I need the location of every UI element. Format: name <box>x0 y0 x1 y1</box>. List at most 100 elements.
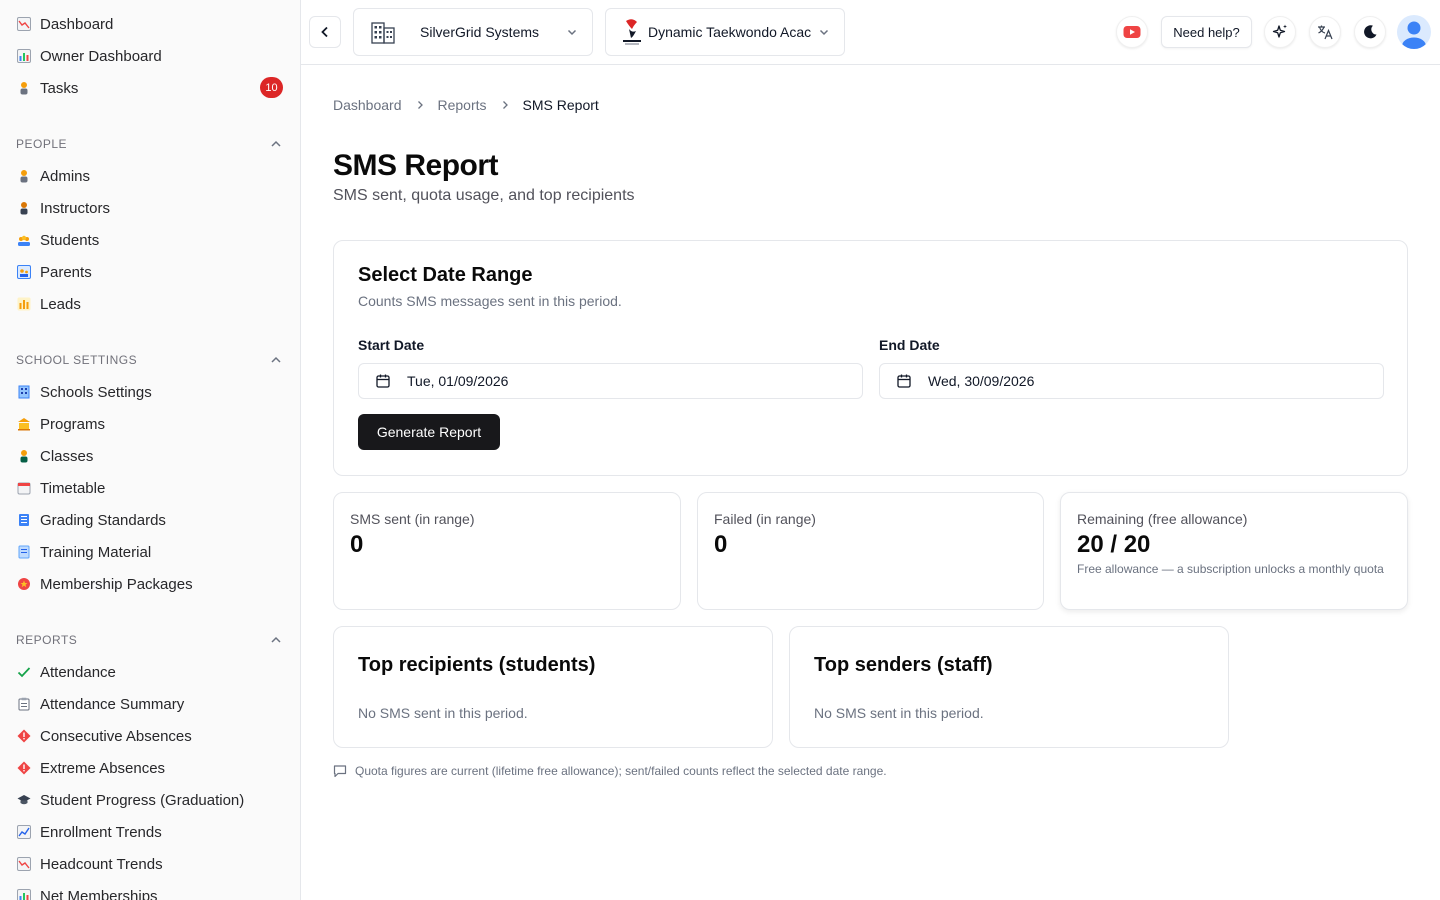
theme-toggle-button[interactable] <box>1354 16 1386 48</box>
language-button[interactable] <box>1309 16 1341 48</box>
sidebar-item-dashboard[interactable]: Dashboard <box>0 8 300 40</box>
breadcrumb-reports[interactable]: Reports <box>438 97 487 113</box>
top-recipients-title: Top recipients (students) <box>358 654 596 676</box>
chevron-up-icon <box>271 356 281 363</box>
stat-card-sms-sent: SMS sent (in range) 0 <box>333 492 681 610</box>
book-icon <box>16 512 32 528</box>
end-date-input[interactable]: Wed, 30/09/2026 <box>879 363 1384 399</box>
stat-note: Free allowance — a subscription unlocks … <box>1077 562 1384 576</box>
sidebar-item-schools-settings[interactable]: Schools Settings <box>0 376 300 408</box>
sidebar-item-net-memberships[interactable]: Net Memberships <box>0 880 300 900</box>
chart-down-icon <box>16 856 32 872</box>
breadcrumb-dashboard[interactable]: Dashboard <box>333 97 402 113</box>
sidebar-item-training-material[interactable]: Training Material <box>0 536 300 568</box>
date-range-card: Select Date Range Counts SMS messages se… <box>333 240 1408 476</box>
youtube-button[interactable] <box>1116 16 1148 48</box>
sidebar-item-instructors[interactable]: Instructors <box>0 192 300 224</box>
date-range-title: Select Date Range <box>358 264 533 286</box>
top-senders-empty: No SMS sent in this period. <box>814 705 984 721</box>
sidebar-item-attendance[interactable]: Attendance <box>0 656 300 688</box>
warning-diamond-icon <box>16 728 32 744</box>
school-logo-icon <box>623 19 641 45</box>
generate-report-button[interactable]: Generate Report <box>358 414 500 450</box>
translate-icon <box>1318 25 1333 40</box>
top-recipients-empty: No SMS sent in this period. <box>358 705 528 721</box>
sidebar-item-tasks[interactable]: Tasks 10 <box>0 72 300 104</box>
calendar-icon <box>16 480 32 496</box>
company-select[interactable]: SilverGrid Systems <box>353 8 593 56</box>
ai-assistant-button[interactable] <box>1264 16 1296 48</box>
quota-footnote: Quota figures are current (lifetime free… <box>333 764 887 778</box>
group-icon <box>16 232 32 248</box>
top-recipients-card: Top recipients (students) No SMS sent in… <box>333 626 773 748</box>
bar-chart-icon <box>16 48 32 64</box>
sidebar-item-label: Training Material <box>40 543 152 561</box>
sidebar-item-membership-packages[interactable]: Membership Packages <box>0 568 300 600</box>
warning-diamond-icon <box>16 760 32 776</box>
chart-icon <box>16 296 32 312</box>
sparkles-icon <box>1272 24 1287 38</box>
calendar-icon <box>376 374 390 388</box>
chevron-up-icon <box>271 140 281 147</box>
page-title: SMS Report <box>333 149 499 182</box>
sidebar-item-label: Admins <box>40 167 91 185</box>
sidebar-item-label: Students <box>40 231 100 249</box>
sidebar-item-label: Leads <box>40 295 81 313</box>
user-avatar[interactable] <box>1397 15 1431 49</box>
sidebar-item-owner-dashboard[interactable]: Owner Dashboard <box>0 40 300 72</box>
end-date-value: Wed, 30/09/2026 <box>928 373 1035 389</box>
sidebar-item-student-progress[interactable]: Student Progress (Graduation) <box>0 784 300 816</box>
group-header-school-settings[interactable]: SCHOOL SETTINGS <box>0 344 300 376</box>
group-header-people[interactable]: PEOPLE <box>0 128 300 160</box>
sidebar-item-headcount-trends[interactable]: Headcount Trends <box>0 848 300 880</box>
sidebar-item-label: Instructors <box>40 199 111 217</box>
sidebar-item-label: Extreme Absences <box>40 759 166 777</box>
sidebar-item-extreme-absences[interactable]: Extreme Absences <box>0 752 300 784</box>
company-name: SilverGrid Systems <box>420 24 540 40</box>
student-icon <box>16 448 32 464</box>
top-senders-card: Top senders (staff) No SMS sent in this … <box>789 626 1229 748</box>
sidebar-item-label: Student Progress (Graduation) <box>40 791 245 809</box>
collapse-sidebar-button[interactable] <box>309 16 341 48</box>
sidebar-item-label: Net Memberships <box>40 887 158 900</box>
sidebar-item-label: Tasks <box>40 79 79 97</box>
breadcrumb-current: SMS Report <box>522 97 599 113</box>
building-icon <box>371 22 395 44</box>
start-date-input[interactable]: Tue, 01/09/2026 <box>358 363 863 399</box>
school-name: Dynamic Taekwondo Acac <box>648 24 812 40</box>
sidebar-item-classes[interactable]: Classes <box>0 440 300 472</box>
chevron-up-icon <box>271 636 281 643</box>
sidebar-item-students[interactable]: Students <box>0 224 300 256</box>
chevron-left-icon <box>321 26 328 38</box>
end-date-label: End Date <box>879 337 940 353</box>
sidebar-item-programs[interactable]: Programs <box>0 408 300 440</box>
chevron-right-icon <box>500 97 510 113</box>
group-title: SCHOOL SETTINGS <box>16 353 138 367</box>
stat-card-failed: Failed (in range) 0 <box>697 492 1044 610</box>
date-range-description: Counts SMS messages sent in this period. <box>358 293 622 309</box>
group-header-reports[interactable]: REPORTS <box>0 624 300 656</box>
sidebar-item-grading-standards[interactable]: Grading Standards <box>0 504 300 536</box>
sidebar-item-timetable[interactable]: Timetable <box>0 472 300 504</box>
building-icon <box>16 384 32 400</box>
sidebar-item-attendance-summary[interactable]: Attendance Summary <box>0 688 300 720</box>
group-title: PEOPLE <box>16 137 68 151</box>
need-help-button[interactable]: Need help? <box>1161 16 1252 48</box>
chevron-down-icon <box>819 29 829 36</box>
start-date-value: Tue, 01/09/2026 <box>407 373 509 389</box>
sidebar-item-leads[interactable]: Leads <box>0 288 300 320</box>
sidebar-item-consecutive-absences[interactable]: Consecutive Absences <box>0 720 300 752</box>
sidebar-item-label: Dashboard <box>40 15 114 33</box>
sidebar-item-label: Schools Settings <box>40 383 152 401</box>
check-icon <box>16 664 32 680</box>
sidebar-item-label: Attendance Summary <box>40 695 185 713</box>
sidebar: Dashboard Owner Dashboard Tasks 10 PEOPL… <box>0 0 301 900</box>
school-select[interactable]: Dynamic Taekwondo Acac <box>605 8 845 56</box>
stat-value: 0 <box>350 531 364 558</box>
teacher-icon <box>16 200 32 216</box>
sidebar-item-parents[interactable]: Parents <box>0 256 300 288</box>
sidebar-item-label: Classes <box>40 447 94 465</box>
stat-value: 0 <box>714 531 728 558</box>
sidebar-item-enrollment-trends[interactable]: Enrollment Trends <box>0 816 300 848</box>
sidebar-item-admins[interactable]: Admins <box>0 160 300 192</box>
